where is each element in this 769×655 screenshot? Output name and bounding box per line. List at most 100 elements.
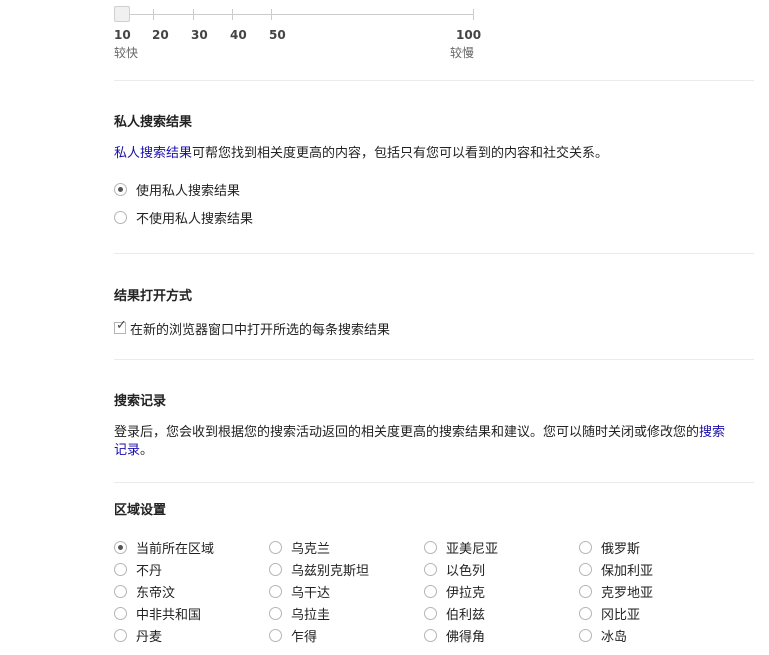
region-label: 乌干达 [291,585,331,601]
private-results-off-option[interactable]: 不使用私人搜索结果 [114,208,254,227]
radio-icon[interactable] [114,628,127,642]
slider-tick-label: 50 [269,28,286,42]
radio-icon[interactable] [114,540,127,554]
slider-tick [473,9,474,20]
radio-icon[interactable] [424,562,437,576]
private-results-description: 私人搜索结果可帮您找到相关度更高的内容，包括只有您可以看到的内容和社交关系。 [114,145,734,163]
checkmark-icon: ✓ [116,318,127,333]
slider-slow-caption: 较慢 [450,46,475,60]
search-history-text-end: 。 [140,443,154,458]
search-history-link[interactable]: 搜索 [699,425,725,440]
radio-icon[interactable] [114,562,127,576]
radio-icon[interactable] [579,540,592,554]
region-label: 伯利兹 [446,607,486,623]
region-label: 当前所在区域 [136,541,215,557]
slider-tick [193,9,194,20]
region-label: 俄罗斯 [601,541,641,557]
search-history-title: 搜索记录 [114,394,167,409]
region-label: 伊拉克 [446,585,486,601]
region-option[interactable]: 冈比亚 [579,604,641,623]
search-history-text: 登录后，您会收到根据您的搜索活动返回的相关度更高的搜索结果和建议。您可以随时关闭… [114,425,700,440]
checkbox[interactable]: ✓ [114,318,127,334]
region-option[interactable]: 乌克兰 [269,538,331,557]
region-label: 亚美尼亚 [446,541,499,557]
region-label: 佛得角 [446,629,486,645]
search-history-description: 登录后，您会收到根据您的搜索活动返回的相关度更高的搜索结果和建议。您可以随时关闭… [114,424,734,460]
region-option[interactable]: 保加利亚 [579,560,654,579]
region-label: 冰岛 [601,629,628,645]
search-history-link-continued[interactable]: 记录 [114,443,140,458]
slider-track[interactable] [114,14,474,15]
region-option[interactable]: 以色列 [424,560,486,579]
private-results-description-text: 可帮您找到相关度更高的内容，包括只有您可以看到的内容和社交关系。 [192,146,609,161]
slider-tick-label: 100 [456,28,482,42]
radio-icon[interactable] [424,628,437,642]
option-label: 使用私人搜索结果 [136,183,241,199]
private-results-link[interactable]: 私人搜索结果 [114,146,192,161]
region-label: 乌克兰 [291,541,331,557]
radio-icon[interactable] [269,540,282,554]
region-label: 克罗地亚 [601,585,654,601]
radio-icon[interactable] [579,562,592,576]
radio-icon[interactable] [579,584,592,598]
region-option[interactable]: 伊拉克 [424,582,486,601]
slider-tick [232,9,233,20]
private-results-title: 私人搜索结果 [114,115,193,130]
private-results-on-option[interactable]: 使用私人搜索结果 [114,180,241,199]
region-option[interactable]: 乌干达 [269,582,331,601]
radio-icon[interactable] [424,540,437,554]
region-option[interactable]: 亚美尼亚 [424,538,499,557]
region-label: 冈比亚 [601,607,641,623]
region-option[interactable]: 当前所在区域 [114,538,215,557]
radio-icon[interactable] [269,584,282,598]
region-label: 丹麦 [136,629,163,645]
region-option[interactable]: 丹麦 [114,626,163,645]
region-option[interactable]: 不丹 [114,560,163,579]
region-option[interactable]: 佛得角 [424,626,486,645]
radio-icon[interactable] [114,210,127,224]
section-divider [114,359,754,360]
slider-tick [153,9,154,20]
slider-tick-label: 20 [152,28,169,42]
region-label: 乌兹别克斯坦 [291,563,370,579]
region-label: 以色列 [446,563,486,579]
region-label: 中非共和国 [136,607,202,623]
open-in-new-window-option[interactable]: ✓ 在新的浏览器窗口中打开所选的每条搜索结果 [114,318,391,338]
region-option[interactable]: 乌兹别克斯坦 [269,560,370,579]
section-divider [114,482,754,483]
radio-icon[interactable] [114,584,127,598]
radio-icon[interactable] [424,606,437,620]
section-divider [114,80,754,81]
radio-icon[interactable] [114,182,127,196]
region-title: 区域设置 [114,503,167,518]
radio-icon[interactable] [114,606,127,620]
radio-icon[interactable] [579,606,592,620]
option-label: 不使用私人搜索结果 [136,211,254,227]
region-option[interactable]: 伯利兹 [424,604,486,623]
region-option[interactable]: 中非共和国 [114,604,202,623]
open-results-title: 结果打开方式 [114,289,193,304]
region-option[interactable]: 乍得 [269,626,318,645]
region-option[interactable]: 东帝汶 [114,582,176,601]
results-speed-slider[interactable]: 10 20 30 40 50 100 较快 较慢 [114,6,486,60]
radio-icon[interactable] [269,606,282,620]
slider-fast-caption: 较快 [114,46,139,60]
slider-tick-label: 40 [230,28,247,42]
radio-icon[interactable] [269,628,282,642]
section-divider [114,253,754,254]
region-label: 乍得 [291,629,318,645]
region-label: 东帝汶 [136,585,176,601]
radio-icon[interactable] [424,584,437,598]
radio-icon[interactable] [579,628,592,642]
region-label: 保加利亚 [601,563,654,579]
checkbox-label: 在新的浏览器窗口中打开所选的每条搜索结果 [130,322,391,338]
region-option[interactable]: 冰岛 [579,626,628,645]
region-option[interactable]: 克罗地亚 [579,582,654,601]
slider-tick [271,9,272,20]
slider-tick-label: 30 [191,28,208,42]
radio-icon[interactable] [269,562,282,576]
region-option[interactable]: 乌拉圭 [269,604,330,623]
region-label: 不丹 [136,563,163,579]
region-option[interactable]: 俄罗斯 [579,538,641,557]
slider-handle[interactable] [114,6,130,22]
